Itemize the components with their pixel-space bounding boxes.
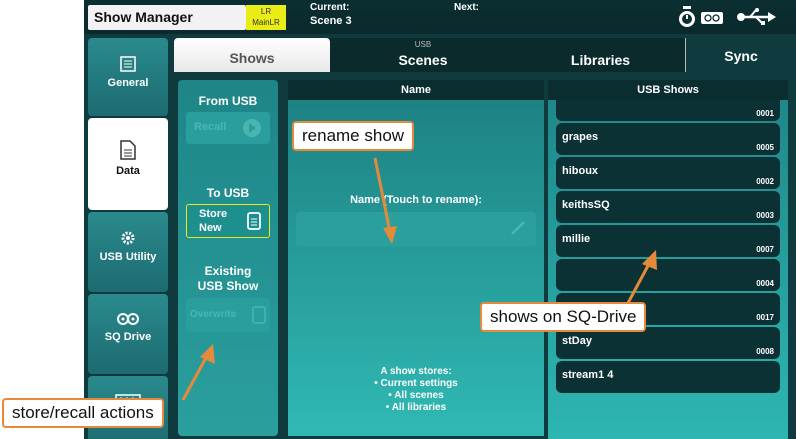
- tab-libraries[interactable]: Libraries: [516, 38, 686, 72]
- sidebar-item-label: Data: [116, 165, 140, 177]
- show-manager-app: Show Manager LR MainLR Current: Scene 3 …: [84, 0, 796, 439]
- usb-icon: [736, 8, 776, 26]
- callout-store-recall: store/recall actions: [2, 398, 164, 428]
- show-info: A show stores: • Current settings • All …: [288, 366, 544, 414]
- name-field[interactable]: [296, 212, 536, 246]
- sidebar-item-label: General: [107, 77, 149, 89]
- recorder-icon[interactable]: [701, 11, 723, 24]
- list-item[interactable]: hiboux 0002: [556, 157, 780, 189]
- store-icon: [247, 212, 261, 233]
- list-item[interactable]: keithsSQ 0003: [556, 191, 780, 223]
- list-icon: [88, 56, 168, 75]
- stopwatch-icon[interactable]: [676, 5, 698, 29]
- callout-shows-on-drive: shows on SQ-Drive: [480, 302, 647, 332]
- next-scene-label: Next:: [454, 2, 480, 13]
- usb-shows-list[interactable]: 0001 grapes 0005 hiboux 0002 keithsSQ 00…: [548, 100, 788, 439]
- store-new-button[interactable]: Store New: [186, 204, 270, 238]
- tab-shows[interactable]: Shows: [174, 38, 330, 72]
- current-scene-label: Current:: [310, 2, 350, 13]
- top-bar: Show Manager LR MainLR Current: Scene 3 …: [84, 0, 796, 34]
- mix-line2: MainLR: [252, 18, 280, 27]
- list-item[interactable]: 0001: [556, 100, 780, 121]
- name-field-label: Name (Touch to rename):: [350, 194, 482, 206]
- gear-icon: [88, 230, 168, 249]
- tab-scenes[interactable]: USB Scenes: [330, 38, 516, 72]
- sidebar-item-general[interactable]: General: [88, 38, 168, 116]
- recall-button[interactable]: Recall: [186, 112, 270, 144]
- sidebar-item-sq-drive[interactable]: SQ Drive: [88, 294, 168, 374]
- recall-arrow-icon: [242, 118, 262, 141]
- to-usb-label: To USB: [206, 186, 250, 200]
- sidebar: General Data USB Utility SQ Drive: [86, 38, 170, 439]
- list-item[interactable]: 0004: [556, 259, 780, 291]
- screen-title: Show Manager: [88, 5, 246, 30]
- list-item[interactable]: grapes 0005: [556, 123, 780, 155]
- name-panel-header: Name: [288, 80, 544, 100]
- overwrite-icon: [252, 306, 266, 327]
- sidebar-item-label: SQ Drive: [104, 331, 152, 343]
- info-item: • All libraries: [385, 402, 447, 413]
- tab-bar: Shows USB Scenes Libraries Sync: [174, 38, 796, 72]
- sidebar-item-label: USB Utility: [99, 251, 157, 263]
- mix-line1: LR: [260, 7, 272, 16]
- callout-rename-show: rename show: [292, 121, 415, 151]
- tab-sync[interactable]: Sync: [686, 38, 796, 72]
- usb-shows-header: USB Shows: [548, 80, 788, 100]
- mix-selection-badge[interactable]: LR MainLR: [246, 5, 286, 30]
- usb-shows-panel: USB Shows 0001 grapes 0005 hiboux 0002 k…: [548, 80, 788, 439]
- list-item[interactable]: stream1 4: [556, 361, 780, 393]
- sidebar-item-data[interactable]: Data: [88, 118, 168, 210]
- sidebar-item-usb-utility[interactable]: USB Utility: [88, 212, 168, 292]
- usb-caption: USB: [414, 40, 432, 49]
- list-item[interactable]: millie 0007: [556, 225, 780, 257]
- from-usb-label: From USB: [198, 94, 258, 108]
- actions-panel: From USB Recall To USB Store New Existin…: [178, 80, 278, 436]
- overwrite-button[interactable]: Overwrite: [186, 298, 270, 332]
- existing-usb-show-label: Existing USB Show: [197, 264, 259, 293]
- usb-file-icon: [88, 140, 168, 163]
- current-scene-value: Scene 3: [310, 15, 352, 27]
- sq-drive-icon: [88, 312, 168, 329]
- info-item: • All scenes: [388, 390, 444, 401]
- info-item: • Current settings: [374, 378, 458, 389]
- info-title: A show stores:: [380, 366, 452, 377]
- pencil-icon: [510, 220, 526, 241]
